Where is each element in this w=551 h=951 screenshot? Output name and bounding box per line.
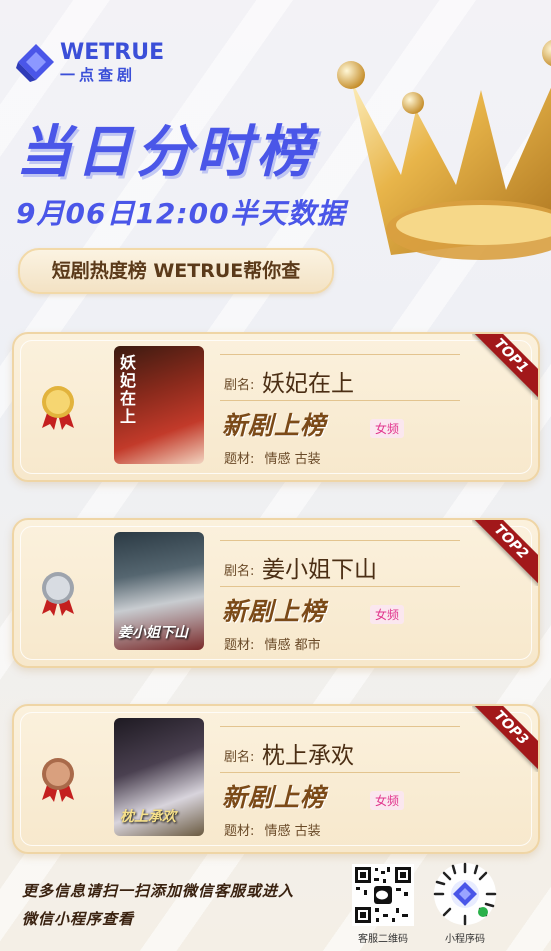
- poster-title: 枕上承欢: [120, 809, 176, 825]
- drama-name: 妖妃在上: [262, 371, 354, 397]
- rank-ribbon: TOP1: [472, 334, 538, 400]
- silver-medal-icon: [42, 572, 74, 616]
- poster-image[interactable]: 妖妃在上: [114, 346, 204, 464]
- divider: [220, 540, 460, 541]
- genre-label: 题材:: [224, 452, 255, 467]
- genre-value: 情感 古装: [264, 824, 321, 839]
- page-title: 当日分时榜: [16, 120, 316, 185]
- poster-title: 姜小姐下山: [118, 625, 188, 641]
- rank-ribbon: TOP2: [472, 520, 538, 586]
- rank-label: TOP3: [472, 706, 538, 772]
- poster-image[interactable]: 姜小姐下山: [114, 532, 204, 650]
- rank-ribbon: TOP3: [472, 706, 538, 772]
- page-subtitle: 9月06日12:00半天数据: [16, 197, 346, 230]
- brand-name-cn: 一点查剧: [60, 66, 137, 84]
- genre-text: 题材: 情感 古装: [224, 820, 321, 839]
- genre-value: 情感 都市: [264, 638, 321, 653]
- gender-tag: 女频: [370, 605, 405, 624]
- divider: [220, 772, 460, 773]
- logo-diamond-icon: [16, 44, 54, 82]
- ranking-card-2[interactable]: 姜小姐下山 剧名: 姜小姐下山 新剧上榜 女频 题材: 情感 都市 TOP2: [12, 518, 540, 668]
- divider: [220, 354, 460, 355]
- name-label: 剧名:: [224, 564, 255, 579]
- service-qr-label: 客服二维码: [358, 934, 408, 945]
- new-drama-badge: 新剧上榜: [222, 411, 327, 440]
- name-label: 剧名:: [224, 750, 255, 765]
- rank-label: TOP1: [472, 334, 538, 400]
- bronze-medal-icon: [42, 758, 74, 802]
- new-drama-badge: 新剧上榜: [222, 597, 327, 626]
- genre-value: 情感 古装: [264, 452, 321, 467]
- poster-title: 妖妃在上: [120, 353, 137, 426]
- mini-program-label: 小程序码: [445, 934, 485, 945]
- footer-line-1: 更多信息请扫一扫添加微信客服或进入: [22, 882, 295, 900]
- service-qr-code[interactable]: [352, 864, 414, 926]
- drama-name: 枕上承欢: [262, 743, 354, 769]
- brand-logo: WETRUE 一点查剧: [16, 40, 166, 84]
- divider: [220, 586, 460, 587]
- drama-name: 姜小姐下山: [262, 557, 377, 583]
- tag-pill: 短剧热度榜 WETRUE帮你查: [18, 248, 334, 294]
- divider: [220, 400, 460, 401]
- gold-medal-icon: [42, 386, 74, 430]
- divider: [220, 726, 460, 727]
- gender-tag: 女频: [370, 419, 405, 438]
- crown-icon: [337, 39, 551, 260]
- brand-name-en: WETRUE: [60, 40, 165, 65]
- poster-image[interactable]: 枕上承欢: [114, 718, 204, 836]
- footer-text: 更多信息请扫一扫添加微信客服或进入 微信小程序查看: [22, 877, 294, 933]
- ranking-card-1[interactable]: 妖妃在上 剧名: 妖妃在上 新剧上榜 女频 题材: 情感 古装 TOP1: [12, 332, 540, 482]
- mini-program-code[interactable]: [433, 862, 497, 926]
- rank-label: TOP2: [472, 520, 538, 586]
- genre-text: 题材: 情感 古装: [224, 448, 321, 467]
- footer-line-2: 微信小程序查看: [22, 910, 135, 928]
- new-drama-badge: 新剧上榜: [222, 783, 327, 812]
- genre-text: 题材: 情感 都市: [224, 634, 321, 653]
- genre-label: 题材:: [224, 638, 255, 653]
- gender-tag: 女频: [370, 791, 405, 810]
- ranking-card-3[interactable]: 枕上承欢 剧名: 枕上承欢 新剧上榜 女频 题材: 情感 古装 TOP3: [12, 704, 540, 854]
- name-label: 剧名:: [224, 378, 255, 393]
- genre-label: 题材:: [224, 824, 255, 839]
